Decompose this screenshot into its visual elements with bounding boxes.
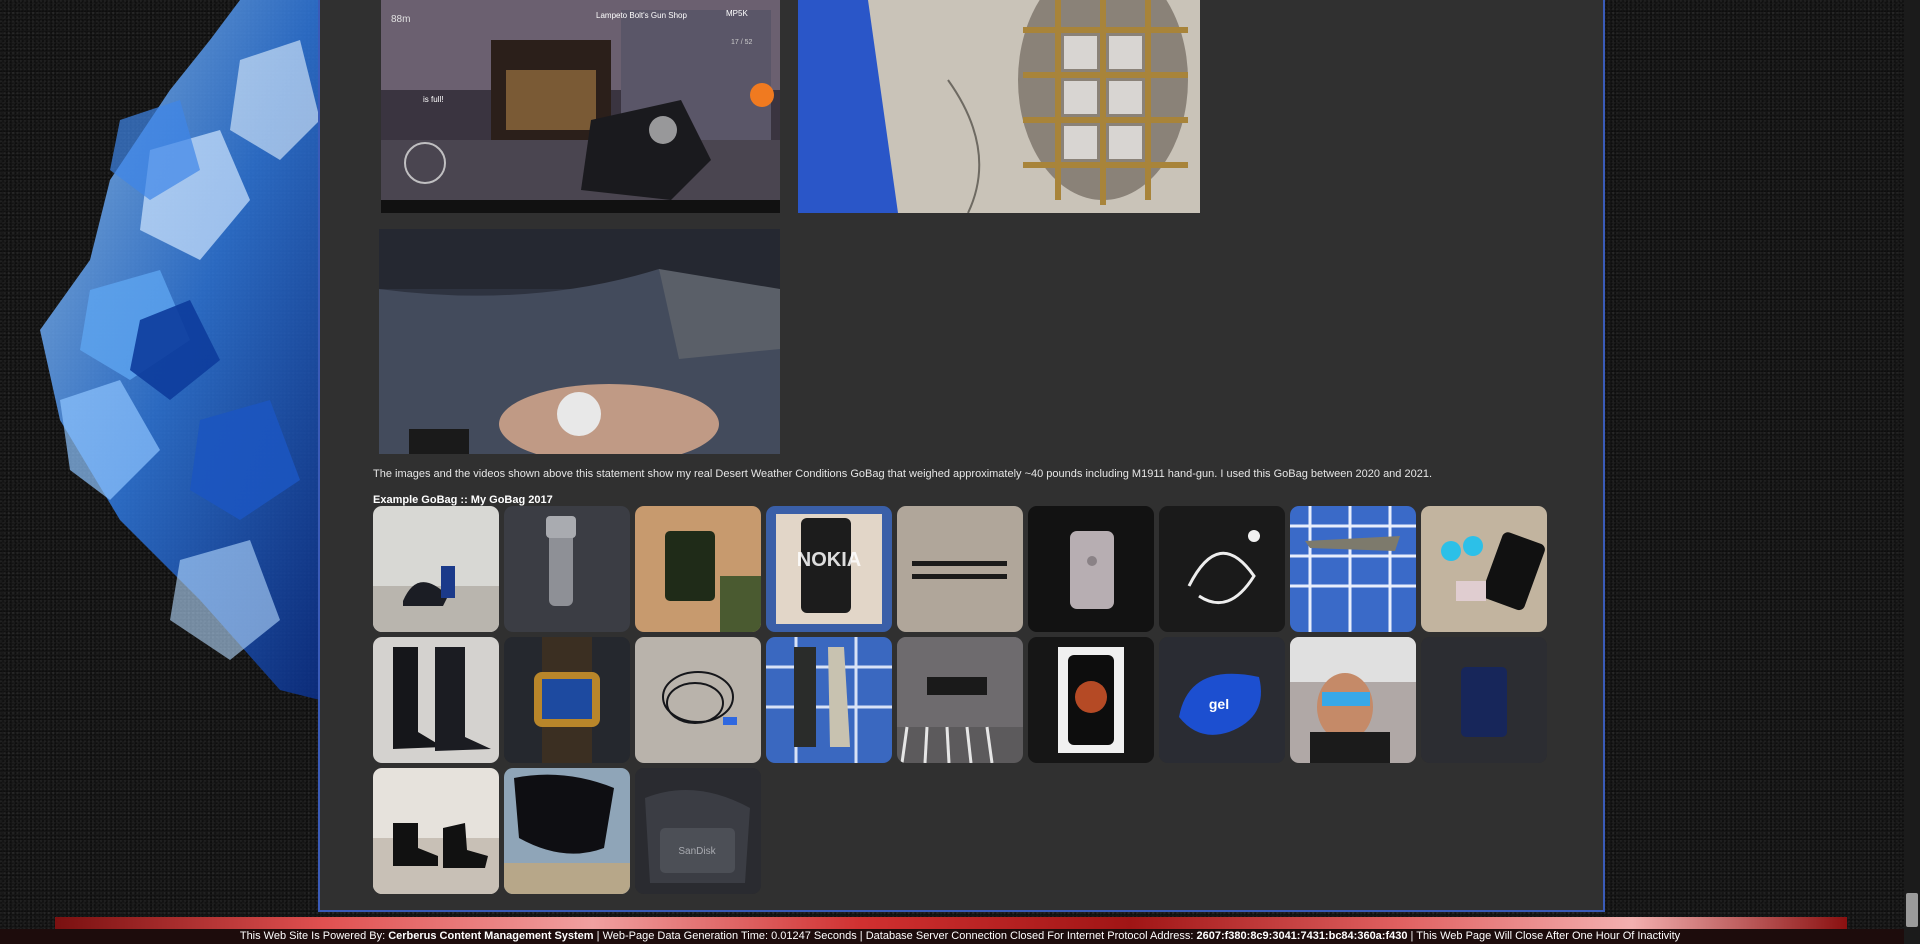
gallery-thumb-cable[interactable] [635, 637, 761, 763]
gallery-thumb-iphone-box[interactable] [1028, 637, 1154, 763]
gallery-thumb-earphones[interactable] [1159, 506, 1285, 632]
gallery-thumb-sunglasses-and-wallet[interactable] [1421, 506, 1547, 632]
game-distance: 88m [391, 14, 410, 25]
decorative-blue-shards [40, 0, 320, 700]
gallery-thumb-scarf[interactable] [897, 637, 1023, 763]
gallery-thumb-zippo-lighter[interactable] [635, 506, 761, 632]
gallery-thumb-iphone[interactable] [1028, 506, 1154, 632]
vertical-scrollbar[interactable] [1904, 0, 1920, 944]
gallery-thumb-flashlight[interactable] [504, 506, 630, 632]
game-mission-text: Lampeto Bolt's Gun Shop [596, 11, 687, 20]
gallery-thumb-boots-pair[interactable] [373, 637, 499, 763]
game-screenshot-photo[interactable]: 88m Lampeto Bolt's Gun Shop MP5K 17 / 52… [381, 0, 780, 213]
gallery-thumb-shoes-and-bag[interactable] [373, 506, 499, 632]
hand-jeans-photo[interactable] [379, 229, 780, 454]
gallery-thumb-folding-knife[interactable] [1290, 506, 1416, 632]
gobag-statement: The images and the videos shown above th… [373, 468, 1433, 480]
footer-cms-name[interactable]: Cerberus Content Management System [388, 930, 593, 942]
game-status: is full! [423, 95, 443, 104]
gallery-thumb-power-bank[interactable] [1421, 637, 1547, 763]
gallery-thumb-boots-side[interactable] [373, 768, 499, 894]
gallery-thumb-boots-top[interactable] [504, 768, 630, 894]
sandisk-pouch-text: SanDisk [678, 846, 716, 857]
gallery-thumb-gel-insoles[interactable]: gel [1159, 637, 1285, 763]
footer-ip-address: 2607:f380:8c9:3041:7431:bc84:360a:f430 [1196, 930, 1408, 942]
gobag-gallery: NOKIA gel SanDisk [373, 506, 1553, 894]
gallery-thumb-pens[interactable] [897, 506, 1023, 632]
footer-generation-text: | Web-Page Data Generation Time: 0.01247… [593, 930, 1197, 942]
bag-mesh-photo[interactable] [798, 0, 1200, 213]
gallery-thumb-selfie[interactable] [1290, 637, 1416, 763]
gallery-thumb-wristwatch[interactable] [504, 637, 630, 763]
nokia-box-text: NOKIA [797, 549, 861, 571]
gallery-thumb-nokia-phone-box[interactable]: NOKIA [766, 506, 892, 632]
footer-inactivity-text: | This Web Page Will Close After One Hou… [1407, 930, 1681, 942]
gallery-heading: Example GoBag :: My GoBag 2017 [373, 494, 553, 506]
gallery-thumb-sandisk-pouch[interactable]: SanDisk [635, 768, 761, 894]
game-ammo: 17 / 52 [731, 39, 753, 46]
footer-status-bar: This Web Site Is Powered By: Cerberus Co… [0, 929, 1920, 944]
scrollbar-thumb[interactable] [1906, 893, 1918, 927]
game-weapon-name: MP5K [726, 9, 748, 18]
gel-insoles-text: gel [1209, 696, 1229, 712]
gallery-thumb-fixed-blade-knife[interactable] [766, 637, 892, 763]
footer-powered-prefix: This Web Site Is Powered By: [239, 930, 389, 942]
footer-decorative-banner [55, 917, 1847, 929]
